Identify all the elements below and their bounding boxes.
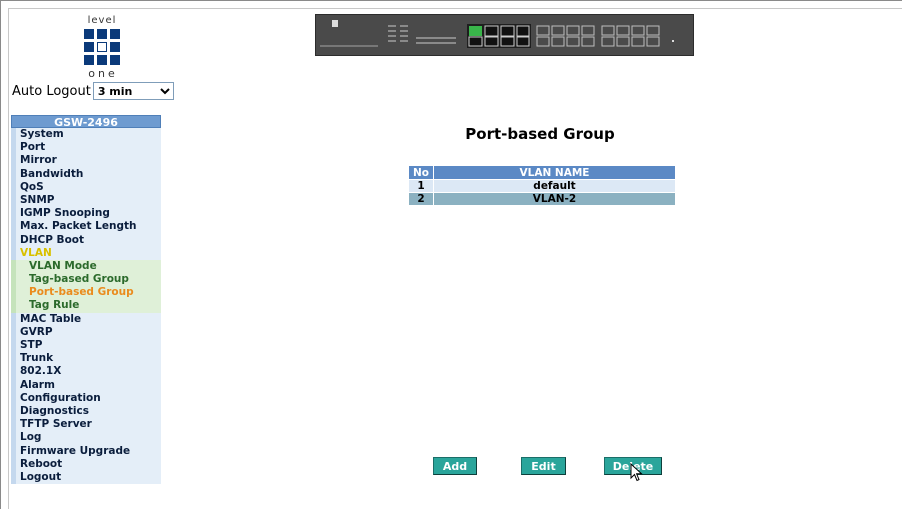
add-button[interactable]: Add [433, 457, 477, 475]
menu-header: GSW-2496 [11, 115, 161, 129]
menu-item-802-1x[interactable]: 802.1X [11, 365, 161, 379]
navigation-menu: GSW-2496 System Port Mirror Bandwidth QoS SNM… [11, 115, 161, 485]
switch-panel-graphic [320, 24, 674, 48]
row-number: 2 [408, 192, 434, 206]
menu-item-logout[interactable]: Logout [11, 470, 161, 485]
menu-item-port[interactable]: Port [11, 141, 161, 155]
row-vlan-name[interactable]: default [433, 179, 676, 193]
menu-item-qos[interactable]: QoS [11, 180, 161, 194]
menu-item-bandwidth[interactable]: Bandwidth [11, 167, 161, 181]
menu-item-stp[interactable]: STP [11, 339, 161, 353]
edit-button[interactable]: Edit [521, 457, 566, 475]
auto-logout-select[interactable]: 3 min [92, 82, 174, 100]
menu-item-max-packet-length[interactable]: Max. Packet Length [11, 220, 161, 234]
menu-item-gvrp[interactable]: GVRP [11, 325, 161, 339]
menu-item-firmware-upgrade[interactable]: Firmware Upgrade [11, 444, 161, 458]
vlan-table: No VLAN NAME 1 default 2 VLAN-2 [408, 165, 676, 206]
menu-item-mirror[interactable]: Mirror [11, 154, 161, 168]
menu-item-log[interactable]: Log [11, 431, 161, 445]
column-header-vlan-name: VLAN NAME [433, 165, 676, 180]
auto-logout-control: Auto Logout 3 min [12, 82, 174, 100]
levelone-logo: level one [79, 15, 125, 85]
menu-item-snmp[interactable]: SNMP [11, 193, 161, 208]
window-top-border [0, 0, 902, 1]
switch-front-panel-image [315, 14, 694, 56]
mouse-cursor-icon [630, 463, 643, 482]
column-header-no: No [408, 165, 434, 180]
logo-bottom-text: one [88, 67, 118, 80]
submenu-item-port-based-group[interactable]: Port-based Group [11, 286, 161, 300]
menu-item-tftp-server[interactable]: TFTP Server [11, 418, 161, 432]
menu-item-alarm[interactable]: Alarm [11, 378, 161, 392]
menu-item-igmp-snooping[interactable]: IGMP Snooping [11, 207, 161, 221]
submenu-item-tag-based-group[interactable]: Tag-based Group [11, 273, 161, 287]
row-number: 1 [408, 179, 434, 193]
menu-item-configuration[interactable]: Configuration [11, 391, 161, 405]
left-frame-divider [8, 8, 9, 509]
menu-item-mac-table[interactable]: MAC Table [11, 312, 161, 326]
auto-logout-label: Auto Logout [12, 83, 91, 99]
logo-top-text: level [87, 15, 117, 26]
row-vlan-name[interactable]: VLAN-2 [433, 192, 676, 206]
logo-grid-icon [84, 29, 120, 65]
menu-item-system[interactable]: System [11, 128, 161, 142]
submenu-item-vlan-mode[interactable]: VLAN Mode [11, 259, 161, 274]
menu-item-trunk[interactable]: Trunk [11, 352, 161, 366]
top-frame-divider [8, 8, 902, 9]
menu-item-dhcp-boot[interactable]: DHCP Boot [11, 233, 161, 247]
table-row[interactable]: 1 default [408, 179, 676, 193]
menu-item-reboot[interactable]: Reboot [11, 457, 161, 471]
menu-item-vlan[interactable]: VLAN [11, 246, 161, 260]
submenu-item-tag-rule[interactable]: Tag Rule [11, 299, 161, 313]
menu-item-diagnostics[interactable]: Diagnostics [11, 404, 161, 419]
page-title: Port-based Group [465, 125, 615, 143]
window-left-border [0, 0, 1, 509]
table-row[interactable]: 2 VLAN-2 [408, 192, 676, 206]
